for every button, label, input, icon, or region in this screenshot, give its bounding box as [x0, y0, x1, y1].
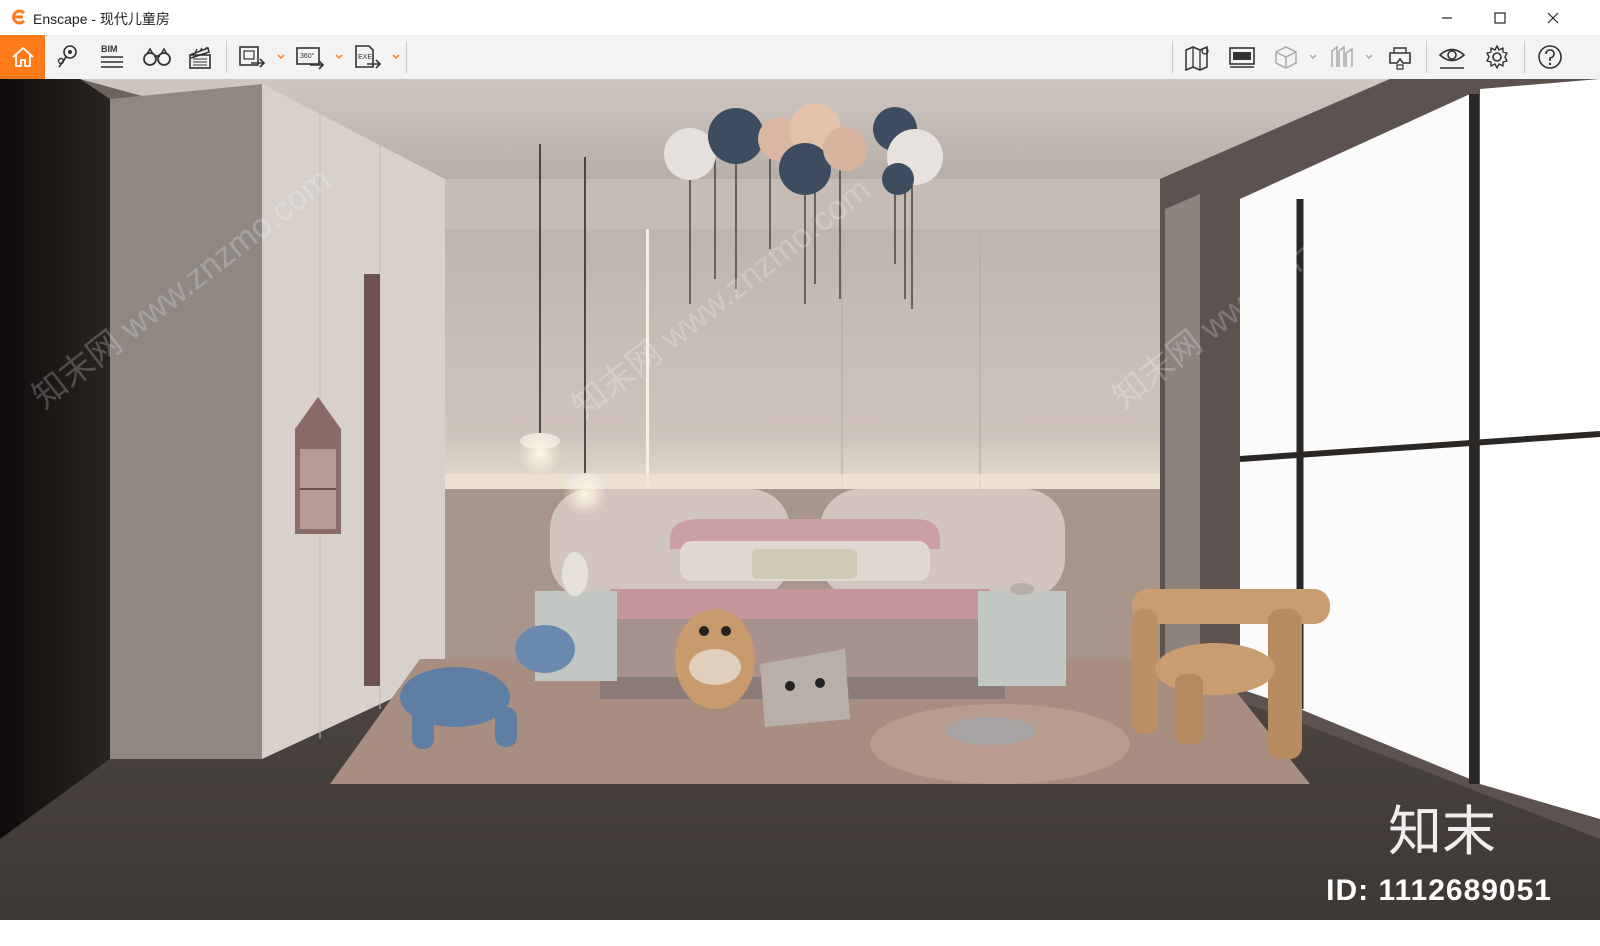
eye-icon	[1438, 48, 1466, 69]
main-toolbar: BIM 360° EXE	[0, 35, 1600, 105]
minimize-icon	[1442, 16, 1452, 19]
visibility-button[interactable]	[1432, 35, 1472, 79]
map-icon	[1185, 45, 1209, 71]
export-screenshot-button[interactable]	[232, 35, 272, 79]
export-panorama-button[interactable]: 360°	[290, 35, 330, 79]
status-bar	[0, 920, 1600, 946]
map-pin-icon	[57, 45, 77, 68]
clapperboard-icon	[189, 46, 211, 69]
toolbar-separator	[1172, 41, 1173, 73]
monitor-icon	[1229, 47, 1255, 68]
minimize-button[interactable]	[1424, 0, 1470, 35]
enscape-logo-icon	[12, 9, 26, 25]
export-panorama-icon: 360°	[296, 47, 325, 70]
toolbar-separator	[1524, 41, 1525, 73]
export-standalone-button[interactable]: EXE	[347, 35, 387, 79]
binoculars-icon	[143, 47, 171, 66]
title-bar: Enscape - 现代儿童房	[0, 0, 1600, 35]
svg-text:BIM: BIM	[101, 44, 118, 54]
toolbar-separator	[406, 41, 407, 73]
chevron-down-icon[interactable]	[391, 53, 401, 61]
live-update-button[interactable]	[1222, 35, 1262, 79]
bim-icon: BIM	[101, 44, 123, 68]
asset-library-button[interactable]	[1322, 35, 1362, 79]
chevron-down-icon[interactable]	[1308, 53, 1318, 61]
maximize-icon	[1494, 11, 1506, 24]
chevron-down-icon[interactable]	[1364, 53, 1374, 61]
binoculars-button[interactable]	[137, 35, 177, 79]
home-button[interactable]	[0, 35, 45, 79]
library-icon	[1331, 45, 1353, 67]
close-icon	[1547, 12, 1559, 23]
settings-button[interactable]	[1477, 35, 1517, 79]
toolbar-separator	[1426, 41, 1427, 73]
vr-button[interactable]	[1380, 35, 1420, 79]
maximize-button[interactable]	[1477, 0, 1523, 35]
help-icon	[1538, 45, 1562, 69]
vr-headset-icon	[1389, 47, 1411, 70]
help-button[interactable]	[1530, 35, 1570, 79]
gear-icon	[1486, 45, 1508, 69]
cube-icon	[1275, 46, 1297, 69]
toolbar-separator	[226, 41, 227, 73]
svg-text:360°: 360°	[300, 52, 315, 60]
export-image-icon	[239, 46, 266, 68]
watermark-id: ID: 1112689051	[1326, 874, 1552, 907]
chevron-down-icon[interactable]	[334, 53, 344, 61]
cube-button[interactable]	[1266, 35, 1306, 79]
map-button[interactable]	[1178, 35, 1218, 79]
chevron-down-icon[interactable]	[276, 53, 286, 61]
video-editor-button[interactable]	[180, 35, 220, 79]
export-exe-icon: EXE	[355, 45, 382, 69]
render-viewport[interactable]: 知末网 www.znzmo.com 知末网 www.znzmo.com 知末网 …	[0, 79, 1600, 920]
home-icon	[11, 47, 34, 67]
svg-text:EXE: EXE	[358, 54, 372, 61]
views-button[interactable]	[48, 35, 88, 79]
watermark-logo: 知末	[1388, 800, 1496, 863]
window-title: Enscape - 现代儿童房	[33, 11, 170, 27]
close-button[interactable]	[1530, 0, 1576, 35]
bim-button[interactable]: BIM	[91, 35, 131, 79]
